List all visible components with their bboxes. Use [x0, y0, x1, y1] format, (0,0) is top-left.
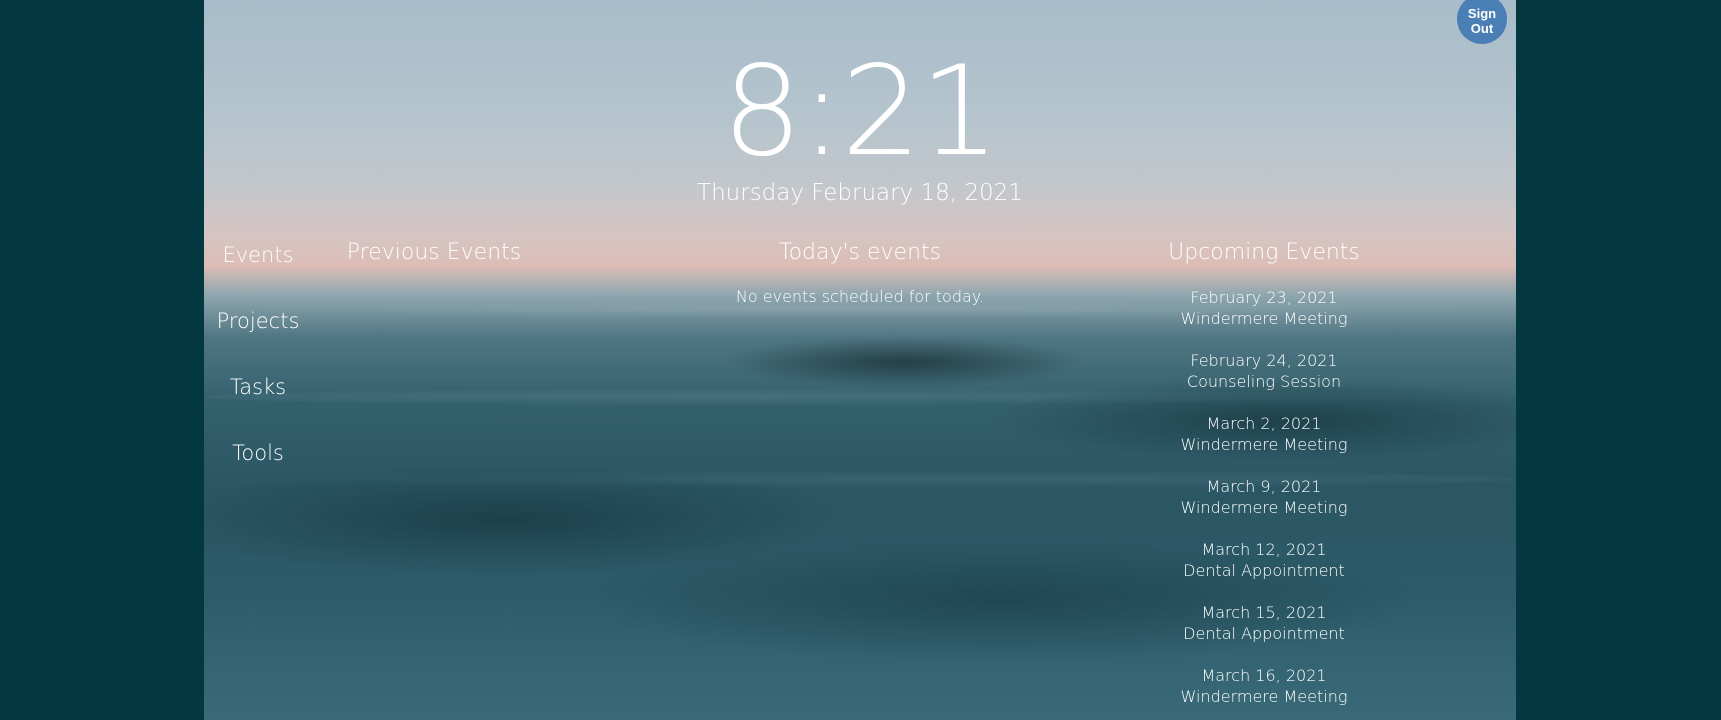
upcoming-event-date: March 2, 2021: [1206, 414, 1322, 433]
upcoming-event-item[interactable]: February 23, 2021 Windermere Meeting: [1104, 287, 1424, 329]
todays-events-empty-message: No events scheduled for today.: [735, 287, 985, 306]
ocean-background-image: Sign Out 8:21 Thursday February 18, 2021…: [204, 0, 1516, 720]
upcoming-event-date: March 9, 2021: [1206, 477, 1322, 496]
nav-item-tasks[interactable]: Tasks: [204, 372, 312, 402]
sign-out-label-line2: Out: [1470, 21, 1494, 36]
nav-item-events[interactable]: Events: [204, 240, 312, 270]
upcoming-event-title: Windermere Meeting: [1180, 435, 1348, 454]
upcoming-event-title: Windermere Meeting: [1180, 309, 1348, 328]
upcoming-event-title: Windermere Meeting: [1180, 687, 1348, 706]
upcoming-event-item[interactable]: March 2, 2021 Windermere Meeting: [1104, 413, 1424, 455]
sign-out-button[interactable]: Sign Out: [1457, 0, 1507, 44]
upcoming-event-item[interactable]: February 24, 2021 Counseling Session: [1104, 350, 1424, 392]
upcoming-event-title: Dental Appointment: [1183, 624, 1345, 643]
upcoming-event-date: February 24, 2021: [1190, 351, 1338, 370]
upcoming-events-list: February 23, 2021 Windermere Meeting Feb…: [1104, 287, 1424, 720]
upcoming-events-heading: Upcoming Events: [1168, 240, 1360, 265]
upcoming-event-date: March 16, 2021: [1201, 666, 1327, 685]
upcoming-event-date: March 12, 2021: [1201, 540, 1327, 559]
nav-item-projects[interactable]: Projects: [204, 306, 312, 336]
sidebar-nav: Events Projects Tasks Tools: [204, 240, 312, 504]
upcoming-event-item[interactable]: March 12, 2021 Dental Appointment: [1104, 539, 1424, 581]
nav-item-tools[interactable]: Tools: [204, 438, 312, 468]
upcoming-event-date: March 15, 2021: [1201, 603, 1327, 622]
upcoming-event-item[interactable]: March 9, 2021 Windermere Meeting: [1104, 476, 1424, 518]
upcoming-event-item[interactable]: March 16, 2021 Windermere Meeting: [1104, 665, 1424, 707]
upcoming-event-title: Dental Appointment: [1183, 561, 1345, 580]
todays-events-heading: Today's events: [778, 240, 942, 265]
sign-out-label-line1: Sign: [1467, 6, 1497, 21]
previous-events-heading: Previous Events: [346, 240, 522, 265]
clock-time: 8:21: [722, 40, 1000, 184]
clock-date: Thursday February 18, 2021: [697, 180, 1023, 206]
upcoming-event-title: Counseling Session: [1186, 372, 1342, 391]
upcoming-event-date: February 23, 2021: [1190, 288, 1338, 307]
upcoming-event-title: Windermere Meeting: [1180, 498, 1348, 517]
upcoming-event-item[interactable]: March 15, 2021 Dental Appointment: [1104, 602, 1424, 644]
